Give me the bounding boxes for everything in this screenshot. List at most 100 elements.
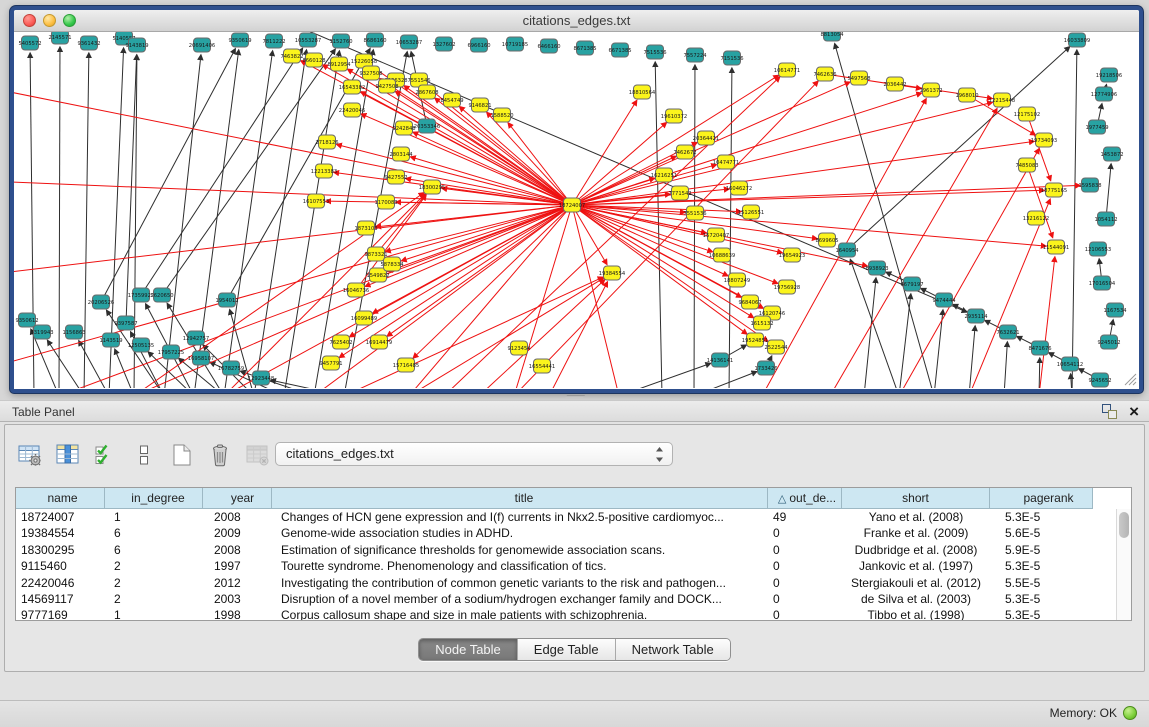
- network-node[interactable]: 8699605: [815, 233, 838, 247]
- network-node[interactable]: 20691406: [189, 38, 215, 52]
- network-node[interactable]: 1054112: [1094, 212, 1117, 226]
- table-cell[interactable]: 1998: [203, 607, 272, 620]
- table-cell[interactable]: 5.3E-5: [990, 558, 1093, 574]
- network-edge[interactable]: [101, 49, 235, 302]
- table-cell[interactable]: 2: [105, 591, 203, 607]
- network-node[interactable]: 12213383: [311, 164, 337, 178]
- network-node[interactable]: 7625402: [329, 335, 352, 349]
- table-cell[interactable]: 5.5E-5: [990, 575, 1093, 591]
- tab-edge-table[interactable]: Edge Table: [518, 639, 616, 660]
- table-cell[interactable]: Investigating the contribution of common…: [272, 575, 768, 591]
- table-cell[interactable]: de Silva et al. (2003): [842, 591, 990, 607]
- network-node[interactable]: 8813054: [820, 32, 844, 41]
- resize-grip-icon[interactable]: [1121, 370, 1137, 386]
- network-edge[interactable]: [694, 372, 757, 388]
- column-visibility-icon[interactable]: [53, 440, 83, 470]
- table-cell[interactable]: 18300295: [16, 542, 105, 558]
- network-node[interactable]: 9245652: [1088, 373, 1111, 387]
- network-node[interactable]: 1954012: [215, 293, 238, 307]
- network-node[interactable]: 7462672: [673, 145, 696, 159]
- network-node[interactable]: 1167534: [1103, 303, 1127, 317]
- network-node[interactable]: 2935114: [964, 309, 988, 323]
- network-edge[interactable]: [619, 363, 711, 388]
- network-node[interactable]: 16107553: [303, 194, 329, 208]
- table-cell[interactable]: 2008: [203, 542, 272, 558]
- table-cell[interactable]: 6: [105, 542, 203, 558]
- column-header-short[interactable]: short: [842, 488, 990, 509]
- network-node[interactable]: 18300295: [419, 180, 445, 194]
- network-node[interactable]: 9457791: [319, 356, 342, 370]
- tab-node-table[interactable]: Node Table: [419, 639, 518, 660]
- table-settings-icon[interactable]: [15, 440, 45, 470]
- network-node[interactable]: 9350619: [228, 33, 251, 47]
- table-cell[interactable]: 6: [105, 525, 203, 541]
- column-header-year[interactable]: year: [203, 488, 272, 509]
- network-node[interactable]: 1733426: [754, 361, 777, 375]
- network-node[interactable]: 6679197: [900, 277, 923, 291]
- row-height-icon[interactable]: [129, 440, 159, 470]
- table-cell[interactable]: 0: [768, 558, 842, 574]
- column-header-in_degree[interactable]: in_degree: [105, 488, 203, 509]
- network-node[interactable]: 16554441: [529, 359, 555, 373]
- network-node[interactable]: 9143819: [125, 38, 148, 52]
- network-node[interactable]: 10614771: [774, 63, 800, 77]
- network-node[interactable]: 19384554: [599, 266, 626, 280]
- table-cell[interactable]: Stergiakouli et al. (2012): [842, 575, 990, 591]
- network-node[interactable]: 7551536: [683, 206, 706, 220]
- table-cell[interactable]: 2: [105, 558, 203, 574]
- network-node[interactable]: 8671385: [573, 41, 596, 55]
- table-cell[interactable]: Tourette syndrome. Phenomenology and cla…: [272, 558, 768, 574]
- network-node[interactable]: 7515536: [643, 45, 666, 59]
- network-edge[interactable]: [402, 205, 572, 261]
- table-cell[interactable]: 2012: [203, 575, 272, 591]
- network-node[interactable]: 7811222: [262, 34, 285, 48]
- table-cell[interactable]: Estimation of significance thresholds fo…: [272, 542, 768, 558]
- network-node[interactable]: 5878334: [380, 257, 404, 271]
- network-edge[interactable]: [14, 205, 572, 272]
- table-cell[interactable]: 5.6E-5: [990, 525, 1093, 541]
- network-edge[interactable]: [572, 205, 1046, 246]
- network-node[interactable]: 7151536: [720, 51, 743, 65]
- close-panel-icon[interactable]: ×: [1129, 404, 1139, 419]
- network-node[interactable]: 8660128: [302, 53, 325, 67]
- network-edge[interactable]: [224, 51, 273, 388]
- network-edge[interactable]: [864, 278, 876, 388]
- network-edge[interactable]: [1106, 164, 1111, 219]
- table-cell[interactable]: 5.3E-5: [990, 509, 1093, 525]
- network-node[interactable]: 10653287: [396, 35, 422, 49]
- network-node[interactable]: 22420046: [339, 103, 365, 117]
- network-node[interactable]: 1961372: [919, 83, 942, 97]
- network-node[interactable]: 7771542: [668, 186, 691, 200]
- network-node[interactable]: 6966160: [467, 38, 490, 52]
- network-node[interactable]: 1595838: [1078, 178, 1101, 192]
- network-node[interactable]: 15126551: [738, 205, 764, 219]
- table-cell[interactable]: 5.3E-5: [990, 607, 1093, 620]
- network-node[interactable]: 1156863: [62, 325, 85, 339]
- network-node[interactable]: 2145571: [48, 32, 71, 44]
- network-edge[interactable]: [344, 277, 603, 388]
- table-cell[interactable]: 1: [105, 509, 203, 525]
- network-node[interactable]: 12923448: [248, 371, 274, 385]
- network-node[interactable]: 9684067: [738, 295, 761, 309]
- network-node[interactable]: 12774906: [1091, 87, 1117, 101]
- table-cell[interactable]: 2008: [203, 509, 272, 525]
- table-cell[interactable]: Dudbridge et al. (2008): [842, 542, 990, 558]
- table-cell[interactable]: 1997: [203, 558, 272, 574]
- network-node[interactable]: 9242848: [392, 121, 415, 135]
- network-edge[interactable]: [413, 205, 572, 358]
- network-node[interactable]: 1615132: [750, 316, 773, 330]
- table-cell[interactable]: 5.3E-5: [990, 591, 1093, 607]
- network-node[interactable]: 1453872: [1100, 147, 1123, 161]
- network-node[interactable]: 9146821: [468, 98, 491, 112]
- network-node[interactable]: 7485083: [1015, 158, 1038, 172]
- column-header-title[interactable]: title: [272, 488, 768, 509]
- network-edge[interactable]: [30, 53, 34, 388]
- table-cell[interactable]: Corpus callosum shape and size in male p…: [272, 607, 768, 620]
- network-edge[interactable]: [1004, 342, 1007, 388]
- table-cell[interactable]: Franke et al. (2009): [842, 525, 990, 541]
- table-cell[interactable]: 1: [105, 607, 203, 620]
- network-edge[interactable]: [59, 47, 60, 388]
- network-node[interactable]: 18775165: [1041, 183, 1067, 197]
- network-node[interactable]: 10688639: [709, 248, 735, 262]
- network-edge[interactable]: [1039, 358, 1040, 388]
